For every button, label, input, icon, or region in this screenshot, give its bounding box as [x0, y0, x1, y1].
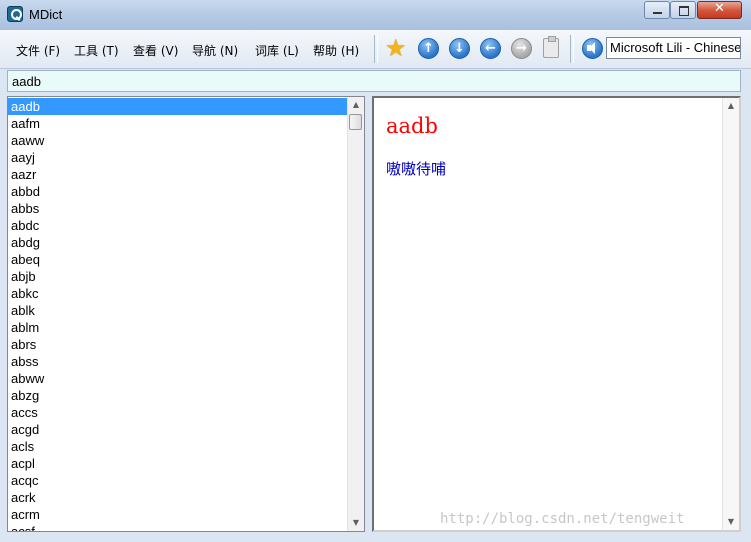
list-item[interactable]: abzg: [8, 387, 347, 404]
list-item[interactable]: acpl: [8, 455, 347, 472]
toolbar: 文件 (F) 工具 (T) 查看 (V) 导航 (N) 词库 (L) 帮助 (H…: [0, 30, 751, 69]
word-list: aadb aafm aaww aayj aazr abbd abbs abdc abdg abeq…: [8, 98, 347, 531]
scroll-up-icon[interactable]: ▲: [723, 98, 739, 114]
list-item[interactable]: abdg: [8, 234, 347, 251]
list-item[interactable]: acsf: [8, 523, 347, 531]
list-item[interactable]: ablk: [8, 302, 347, 319]
window-title: MDict: [29, 7, 63, 22]
menu-help[interactable]: 帮助 (H): [313, 42, 359, 59]
arrow-down-icon[interactable]: ↓: [449, 38, 470, 59]
list-item[interactable]: abkc: [8, 285, 347, 302]
toolbar-separator: [374, 35, 378, 63]
clipboard-icon[interactable]: [543, 36, 559, 58]
list-item[interactable]: abbd: [8, 183, 347, 200]
list-item[interactable]: abss: [8, 353, 347, 370]
entry-definition: 嗷嗷待哺: [386, 160, 447, 178]
voice-select[interactable]: Microsoft Lili - Chinese: [606, 37, 741, 59]
maximize-button[interactable]: [670, 1, 696, 19]
definition-panel: aadb 嗷嗷待哺 ▲ ▼: [372, 96, 741, 532]
list-item[interactable]: abrs: [8, 336, 347, 353]
menu-navigate[interactable]: 导航 (N): [192, 42, 238, 59]
arrow-up-icon[interactable]: ↑: [418, 38, 439, 59]
star-icon[interactable]: ★: [385, 34, 407, 62]
close-button[interactable]: ✕: [697, 1, 742, 19]
list-item[interactable]: abww: [8, 370, 347, 387]
list-item[interactable]: accs: [8, 404, 347, 421]
scroll-down-icon[interactable]: ▼: [723, 514, 739, 530]
scroll-up-icon[interactable]: ▲: [348, 97, 364, 113]
list-item[interactable]: abdc: [8, 217, 347, 234]
list-item[interactable]: aayj: [8, 149, 347, 166]
list-item[interactable]: abbs: [8, 200, 347, 217]
word-list-scrollbar[interactable]: ▲ ▼: [347, 97, 364, 531]
list-item[interactable]: acqc: [8, 472, 347, 489]
definition-scrollbar[interactable]: ▲ ▼: [722, 98, 739, 530]
list-item[interactable]: aazr: [8, 166, 347, 183]
menu-tools[interactable]: 工具 (T): [74, 42, 119, 59]
entry-headword: aadb: [386, 114, 438, 138]
list-item[interactable]: abeq: [8, 251, 347, 268]
word-list-panel: aadb aafm aaww aayj aazr abbd abbs abdc abdg abeq…: [7, 96, 365, 532]
list-item[interactable]: aaww: [8, 132, 347, 149]
watermark: http://blog.csdn.net/tengweit: [440, 511, 685, 527]
speaker-icon[interactable]: [582, 38, 603, 59]
list-item[interactable]: ablm: [8, 319, 347, 336]
menu-view[interactable]: 查看 (V): [133, 42, 178, 59]
toolbar-separator: [570, 35, 574, 63]
arrow-left-icon[interactable]: ←: [480, 38, 501, 59]
app-logo-icon: [7, 6, 23, 22]
list-item[interactable]: acls: [8, 438, 347, 455]
scroll-down-icon[interactable]: ▼: [348, 515, 364, 531]
list-item[interactable]: aadb: [8, 98, 347, 115]
list-item[interactable]: acgd: [8, 421, 347, 438]
scroll-thumb[interactable]: [349, 114, 362, 130]
title-bar[interactable]: MDict ✕: [0, 0, 751, 31]
menu-dictionary[interactable]: 词库 (L): [255, 42, 299, 59]
minimize-button[interactable]: [644, 1, 670, 19]
list-item[interactable]: aafm: [8, 115, 347, 132]
list-item[interactable]: abjb: [8, 268, 347, 285]
close-icon: ✕: [714, 1, 725, 16]
arrow-right-icon[interactable]: →: [511, 38, 532, 59]
list-item[interactable]: acrm: [8, 506, 347, 523]
list-item[interactable]: acrk: [8, 489, 347, 506]
menu-file[interactable]: 文件 (F): [16, 42, 60, 59]
search-input[interactable]: [7, 70, 741, 92]
